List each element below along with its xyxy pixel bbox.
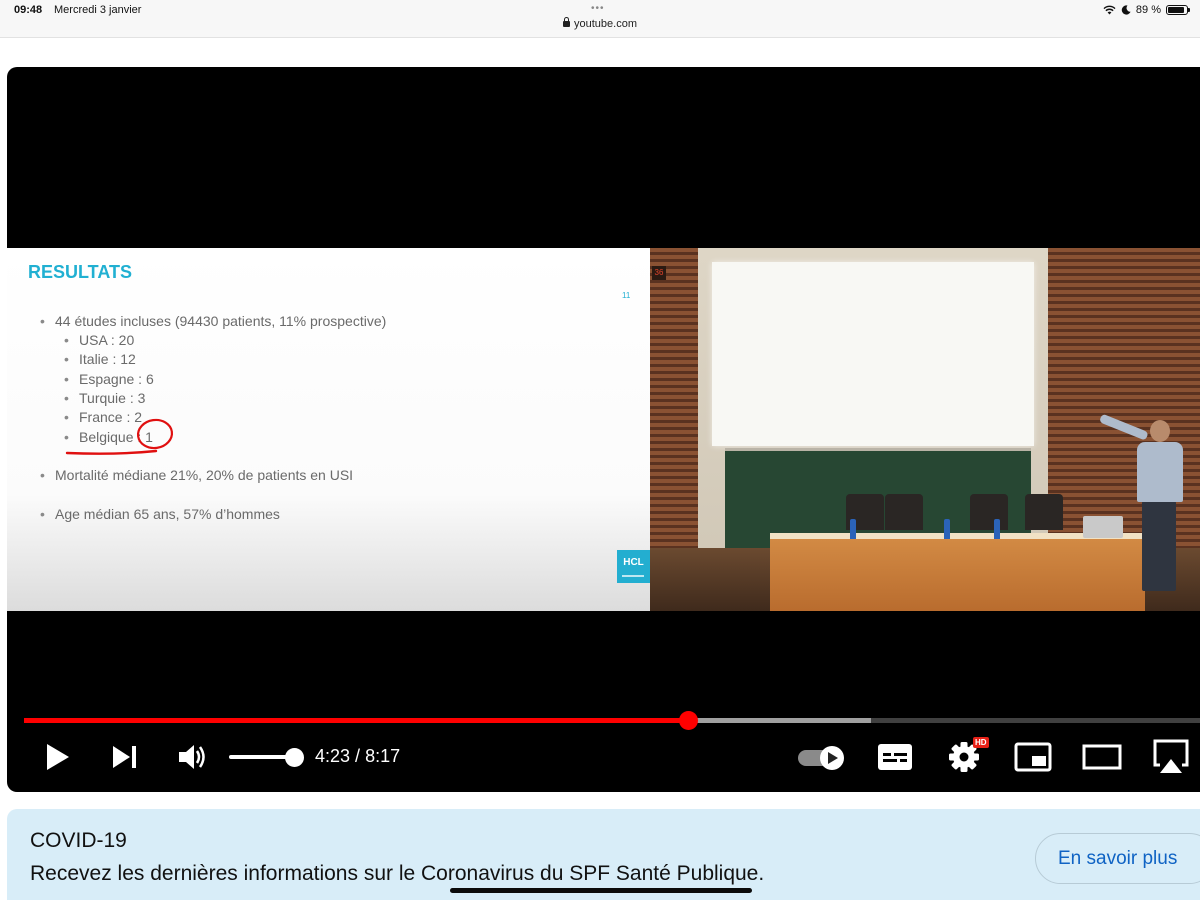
address-bar[interactable]: youtube.com — [0, 17, 1200, 30]
miniplayer-icon — [1014, 742, 1052, 772]
chair — [885, 494, 923, 530]
speaker-head — [1150, 420, 1170, 442]
next-icon — [113, 746, 136, 768]
theater-icon — [1082, 744, 1122, 770]
multitask-dots-icon[interactable]: ••• — [591, 3, 605, 14]
autoplay-toggle[interactable] — [796, 743, 846, 773]
miniplayer-button[interactable] — [1014, 741, 1052, 773]
wall-clock: 36 — [652, 266, 666, 280]
current-time: 4:23 — [315, 746, 351, 766]
slide-sub-bullet: Espagne : 6 — [64, 371, 154, 387]
chair — [1025, 494, 1063, 530]
status-date: Mercredi 3 janvier — [54, 4, 142, 16]
address-url: youtube.com — [574, 18, 637, 30]
video-player[interactable]: RESULTATS 11 44 études incluses (94430 p… — [7, 67, 1200, 792]
slide-page-number: 11 — [622, 291, 631, 300]
time-display: 4:23 / 8:17 — [315, 746, 401, 766]
theater-mode-button[interactable] — [1082, 741, 1122, 773]
next-button[interactable] — [111, 743, 139, 771]
airplay-icon — [1153, 739, 1189, 773]
subtitles-button[interactable] — [877, 741, 913, 773]
laptop — [1083, 516, 1123, 538]
subtitles-icon — [878, 744, 912, 770]
info-panel-title: COVID-19 — [30, 829, 127, 852]
slide-sub-bullet: USA : 20 — [64, 332, 134, 348]
slide-sub-bullet: Turquie : 3 — [64, 390, 145, 406]
status-indicators: 89 % — [1103, 4, 1190, 16]
autoplay-icon — [798, 746, 844, 770]
duration: 8:17 — [365, 746, 401, 766]
lecture-room-view: 36 — [650, 248, 1200, 611]
speaker-arm — [1098, 413, 1149, 441]
red-annotation-icon — [65, 418, 174, 455]
presentation-slide: RESULTATS 11 44 études incluses (94430 p… — [7, 248, 650, 611]
play-icon — [47, 744, 69, 770]
airplay-button[interactable] — [1151, 737, 1191, 777]
progress-played — [24, 718, 689, 723]
volume-thumb[interactable] — [285, 748, 304, 767]
moon-icon — [1121, 5, 1131, 15]
battery-percent: 89 % — [1135, 4, 1161, 16]
water-bottle — [994, 519, 1000, 539]
water-bottle — [850, 519, 856, 539]
status-bar: 09:48 Mercredi 3 janvier ••• youtube.com… — [0, 0, 1200, 38]
hcl-logo: HCL — [617, 550, 650, 583]
play-button[interactable] — [45, 743, 71, 771]
water-bottle — [944, 519, 950, 539]
projection-screen — [712, 262, 1034, 446]
home-indicator[interactable] — [450, 888, 752, 893]
progress-bar[interactable] — [24, 711, 1200, 730]
speaker-legs — [1142, 501, 1176, 591]
slide-bullet: Age médian 65 ans, 57% d’hommes — [40, 506, 280, 522]
video-frame[interactable]: RESULTATS 11 44 études incluses (94430 p… — [7, 248, 1200, 611]
speaker-body — [1137, 442, 1183, 502]
slide-bullet: 44 études incluses (94430 patients, 11% … — [40, 313, 386, 329]
hd-badge: HD — [973, 737, 989, 748]
covid-info-panel: COVID-19 Recevez les dernières informati… — [7, 809, 1200, 900]
lock-icon — [563, 17, 570, 27]
slide-sub-bullet: Italie : 12 — [64, 351, 136, 367]
chair — [970, 494, 1008, 530]
battery-icon — [1166, 5, 1190, 15]
volume-button[interactable] — [176, 741, 208, 773]
slide-bullet: Mortalité médiane 21%, 20% de patients e… — [40, 467, 353, 483]
slide-title: RESULTATS — [28, 262, 132, 282]
status-time: 09:48 — [14, 4, 43, 16]
volume-icon — [179, 745, 205, 769]
info-panel-text[interactable]: Recevez les dernières informations sur l… — [30, 862, 764, 886]
speaker-table — [770, 533, 1145, 611]
wifi-icon — [1103, 5, 1116, 15]
learn-more-button[interactable]: En savoir plus — [1035, 833, 1200, 884]
